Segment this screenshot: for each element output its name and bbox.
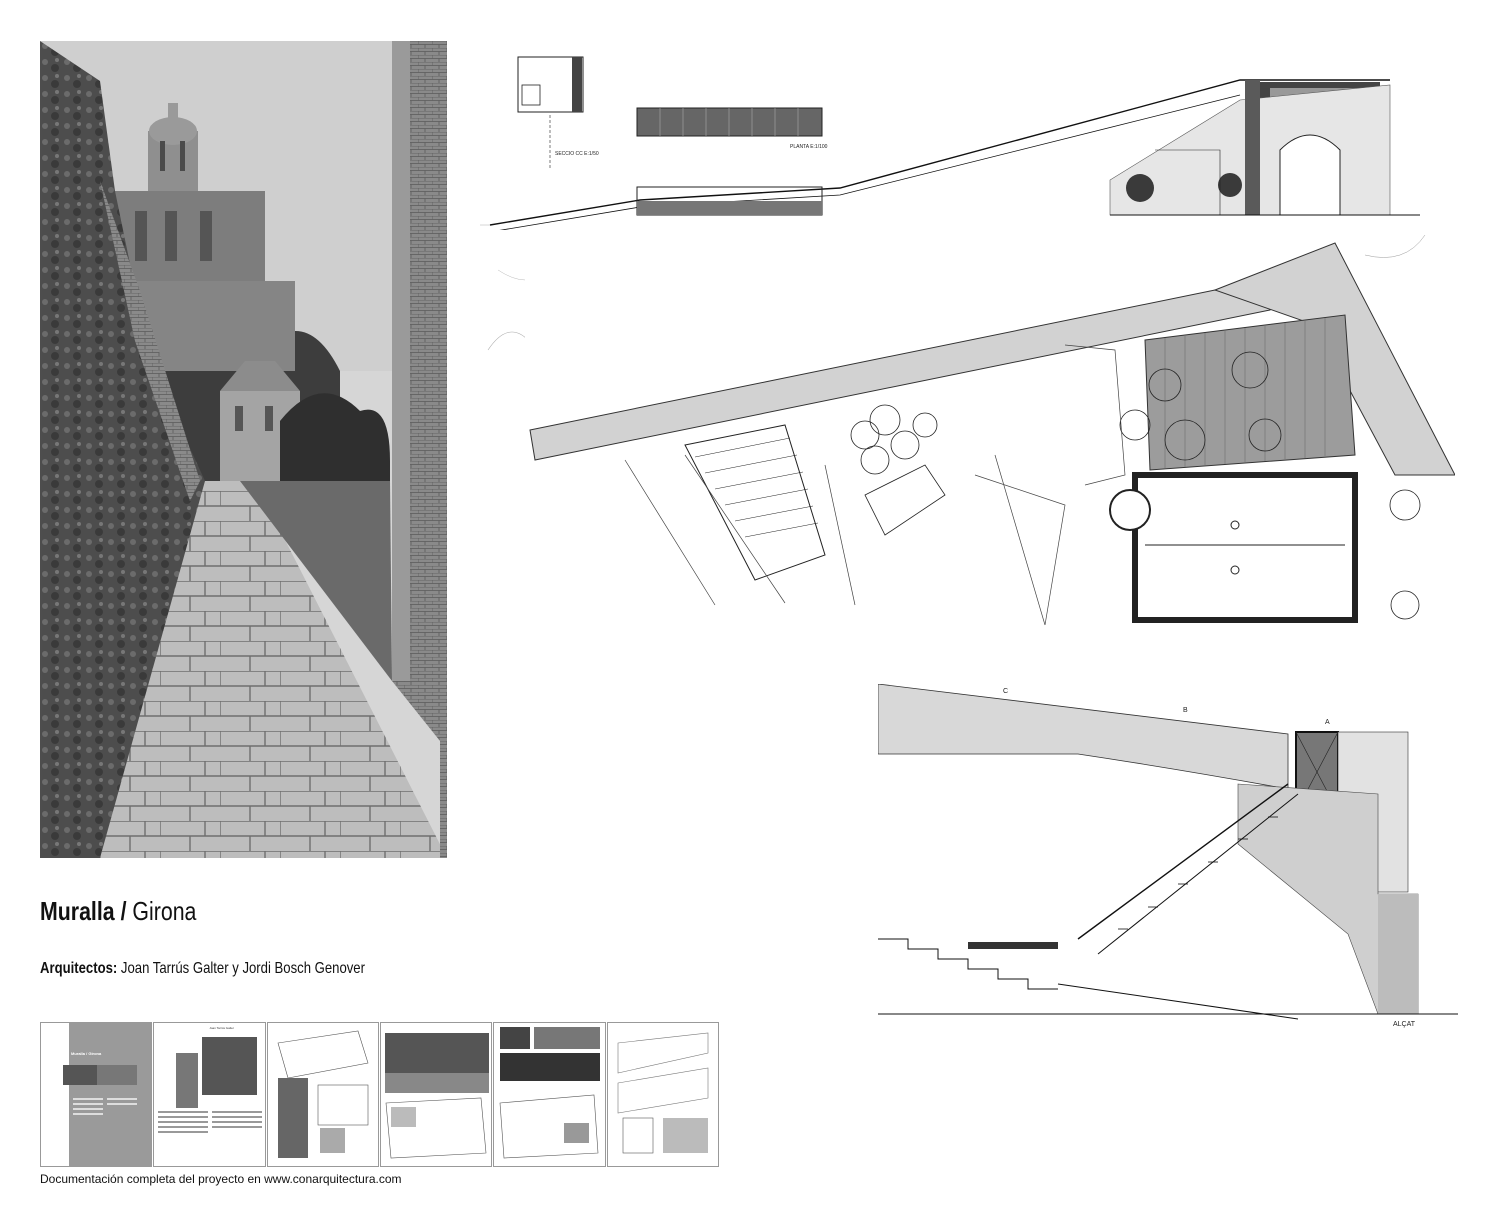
top-section-drawing: SECCIO CC E:1/50 PLANTA E:1/100	[460, 40, 1460, 240]
thumbnail-page-1[interactable]: Muralla / Girona	[40, 1022, 153, 1167]
thumb-2-heading: Joan Tarrús Galter	[209, 1026, 234, 1030]
thumbnail-strip: Muralla / Girona Joan Tarrús Galter	[40, 1022, 720, 1167]
architects-label: Arquitectos:	[40, 960, 118, 977]
elevation-mark-b: B	[1183, 707, 1188, 714]
site-plan-drawing	[525, 234, 1456, 640]
elevation-mark-a: A	[1325, 719, 1330, 726]
thumbnail-page-5[interactable]	[493, 1022, 606, 1167]
elevation-label: ALÇAT	[1393, 1021, 1416, 1028]
footer-link-text: Documentación completa del proyecto en w…	[40, 1172, 402, 1186]
elevation-mark-c: C	[1003, 688, 1008, 695]
elevation-drawing: C B A ALÇAT	[877, 683, 1458, 1029]
thumbnail-page-2[interactable]: Joan Tarrús Galter	[153, 1022, 266, 1167]
architects-line: Arquitectos: Joan Tarrús Galter y Jordi …	[40, 960, 365, 978]
thumbnail-page-4[interactable]	[379, 1022, 493, 1167]
title-city: Girona	[126, 896, 197, 926]
seccio-label: SECCIO CC E:1/50	[555, 151, 599, 157]
thumb-1-heading: Muralla / Girona	[71, 1051, 102, 1056]
title-bold: Muralla /	[40, 896, 127, 926]
thumbnail-page-6[interactable]	[606, 1022, 719, 1167]
planta-label: PLANTA E:1/100	[790, 144, 828, 150]
thumbnail-page-3[interactable]	[266, 1022, 379, 1167]
project-title: Muralla / Girona	[40, 896, 196, 926]
walkway-photo	[40, 41, 447, 858]
architects-names: Joan Tarrús Galter y Jordi Bosch Genover	[117, 960, 365, 977]
